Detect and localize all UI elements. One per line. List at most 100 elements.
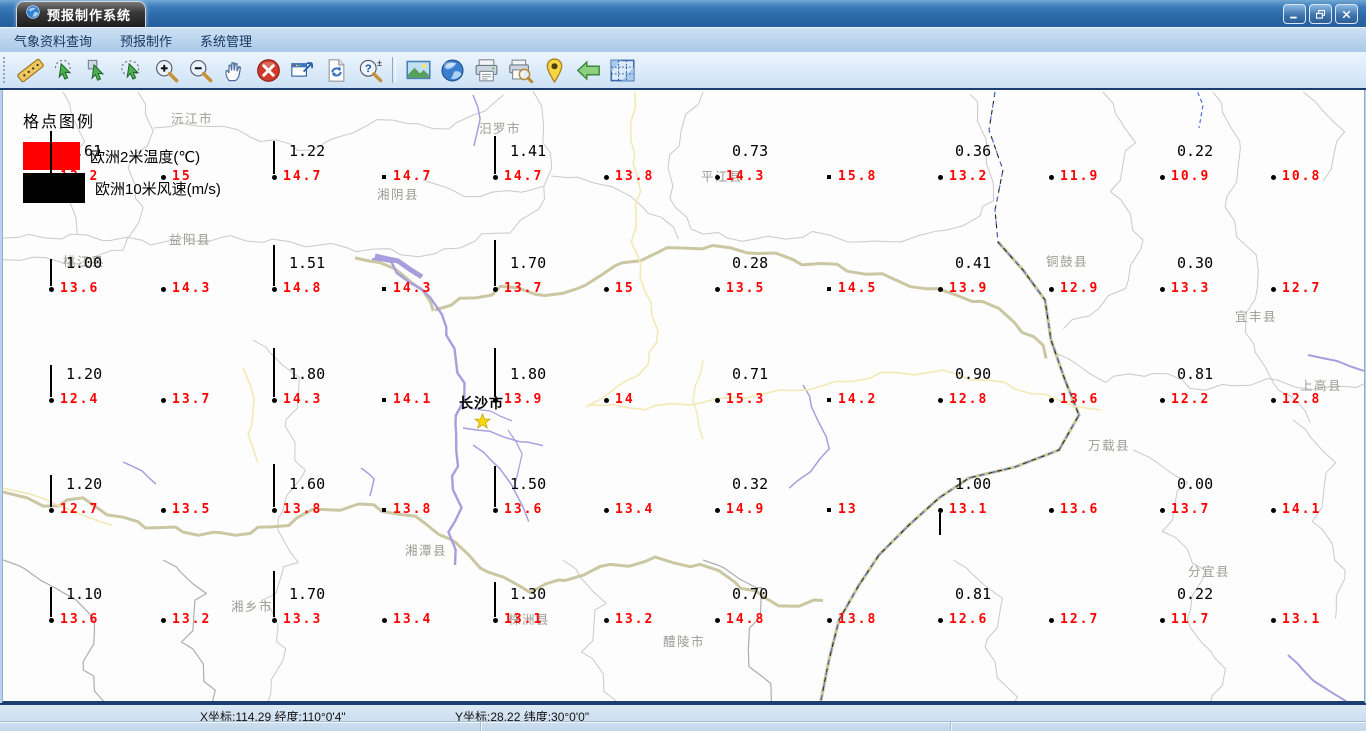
temperature-value: 13.8	[838, 612, 878, 627]
minimize-button[interactable]	[1283, 4, 1306, 24]
grid-point-dot	[938, 287, 943, 292]
grid-point-dot	[715, 287, 720, 292]
zoom-out-icon[interactable]	[183, 54, 217, 86]
temperature-value: 13.6	[60, 281, 100, 296]
temperature-value: 14.7	[283, 169, 323, 184]
close-button[interactable]	[1335, 4, 1358, 24]
grid-point-dot	[49, 398, 54, 403]
image-icon[interactable]	[401, 54, 435, 86]
temperature-value: 14.1	[393, 392, 433, 407]
wind-speed-value: 0.70	[732, 585, 769, 603]
temperature-value: 12.9	[1060, 281, 1100, 296]
city-label: 益阳县	[169, 233, 212, 247]
grid-point-dot	[1049, 287, 1054, 292]
toolbar: ? ±	[0, 52, 1366, 90]
temperature-value: 13.4	[615, 502, 655, 517]
city-label: 湘潭县	[405, 544, 448, 558]
wind-speed-value: 1.10	[66, 585, 103, 603]
temperature-value: 14.3	[172, 281, 212, 296]
grid-point-dot	[493, 398, 498, 403]
measure-icon[interactable]	[13, 54, 47, 86]
select-area-icon[interactable]	[47, 54, 81, 86]
grid-point-dot	[272, 398, 277, 403]
export-window-icon[interactable]	[285, 54, 319, 86]
zoom-help-icon[interactable]: ? ±	[353, 54, 387, 86]
globe-icon[interactable]	[435, 54, 469, 86]
pan-icon[interactable]	[217, 54, 251, 86]
print-preview-icon[interactable]	[503, 54, 537, 86]
city-label: 湘阴县	[377, 188, 420, 202]
wind-vector-line	[494, 136, 496, 174]
wind-vector-line	[494, 582, 496, 617]
temperature-value: 14.7	[504, 169, 544, 184]
wind-speed-value: 1.80	[510, 365, 547, 383]
menu-bar: 气象资料查询 预报制作 系统管理	[0, 27, 1366, 53]
temperature-value: 13.2	[615, 612, 655, 627]
back-arrow-icon[interactable]	[571, 54, 605, 86]
map-canvas[interactable]: 沅江市 汨罗市 湘阴县 益阳县 桃江县 平江县 铜鼓县 宜丰县 上高县 万载县 长沙市 湘潭县 湘乡市株…	[2, 90, 1365, 703]
temperature-value: 14.3	[393, 281, 433, 296]
temperature-value: 13.5	[726, 281, 766, 296]
temperature-value: 11.9	[1060, 169, 1100, 184]
wind-vector-line	[494, 348, 496, 397]
grid-point-dot	[1271, 508, 1276, 513]
wind-vector-line	[50, 131, 52, 174]
print-icon[interactable]	[469, 54, 503, 86]
temperature-value: 12.7	[1060, 612, 1100, 627]
grid-point-dot	[161, 398, 166, 403]
city-label: 长沙市	[459, 395, 504, 411]
temperature-value: 14.2	[838, 392, 878, 407]
grid-point-dot	[161, 508, 166, 513]
grid-point-dot	[938, 175, 943, 180]
cancel-icon[interactable]	[251, 54, 285, 86]
temperature-value: 13	[838, 502, 858, 517]
wind-vector-line	[273, 571, 275, 617]
refresh-page-icon[interactable]	[319, 54, 353, 86]
grid-point-dot	[49, 508, 54, 513]
legend-label: 欧洲2米温度(℃)	[90, 148, 201, 166]
grid-point-dot	[493, 175, 498, 180]
app-window: 预报制作系统 气象资料查询 预报制作 系统管理 ? ± 沅江市 汨罗市 湘阴县 益阳县 桃江县…	[0, 0, 1366, 731]
select-box-icon[interactable]	[81, 54, 115, 86]
wind-swatch	[23, 173, 85, 203]
menu-item-1[interactable]: 预报制作	[106, 28, 186, 53]
grid-point-dot	[382, 398, 386, 402]
grid-point-dot	[827, 175, 831, 179]
zoom-in-icon[interactable]	[149, 54, 183, 86]
wind-speed-value: 0.41	[955, 254, 992, 272]
temperature-value: 13.1	[1282, 612, 1322, 627]
wind-speed-value: 1.70	[510, 254, 547, 272]
grid-point-dot	[382, 175, 386, 179]
grid-point-dot	[49, 287, 54, 292]
grid-point-dot	[1049, 398, 1054, 403]
status-bar: X坐标:114.29 经度:110°0'4" Y坐标:28.22 纬度:30°0…	[0, 703, 1366, 731]
wind-vector-line	[50, 365, 52, 397]
wind-speed-value: 0.81	[955, 585, 992, 603]
temperature-value: 13.1	[949, 502, 989, 517]
location-pin-icon[interactable]	[537, 54, 571, 86]
grid-map-icon[interactable]	[605, 54, 639, 86]
legend-title: 格点图例	[23, 114, 96, 131]
temperature-value: 14.1	[1282, 502, 1322, 517]
wind-speed-value: 0.81	[1177, 365, 1214, 383]
city-label: 汨罗市	[479, 122, 522, 136]
select-lasso-icon[interactable]	[115, 54, 149, 86]
grid-point-dot	[1160, 175, 1165, 180]
grid-point-dot	[272, 618, 277, 623]
grid-point-dot	[1271, 398, 1276, 403]
menu-item-0[interactable]: 气象资料查询	[0, 28, 106, 53]
temperature-value: 14.3	[726, 169, 766, 184]
temperature-value: 13.8	[615, 169, 655, 184]
grid-point-dot	[827, 287, 831, 291]
wind-speed-value: 0.71	[732, 365, 769, 383]
grid-point-dot	[715, 175, 720, 180]
grid-point-dot	[161, 618, 166, 623]
grid-point-dot	[715, 398, 720, 403]
legend-item-temperature: 欧洲2米温度(℃)	[23, 142, 287, 170]
status-panel-tick	[950, 722, 952, 731]
menu-item-2[interactable]: 系统管理	[186, 28, 266, 53]
legend-label: 欧洲10米风速(m/s)	[95, 180, 221, 198]
grid-point-dot	[1160, 287, 1165, 292]
restore-button[interactable]	[1309, 4, 1332, 24]
temperature-value: 14.9	[726, 502, 766, 517]
